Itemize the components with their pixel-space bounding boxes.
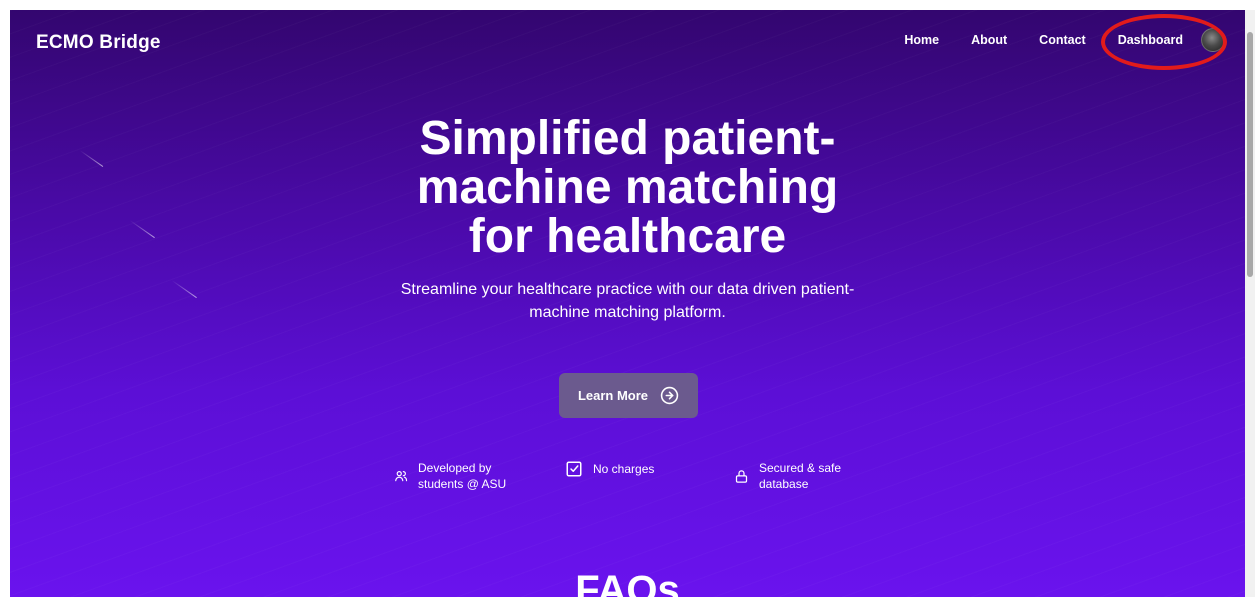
hero-subtitle: Streamline your healthcare practice with…: [10, 278, 1245, 324]
hero-title-line: Simplified patient-: [419, 112, 836, 165]
page-scrollbar[interactable]: [1245, 10, 1255, 597]
feature-line: students @ ASU: [418, 477, 507, 491]
feature-line: No charges: [593, 462, 655, 476]
learn-more-button[interactable]: Learn More: [559, 373, 698, 418]
learn-more-label: Learn More: [577, 388, 649, 403]
users-icon: [394, 469, 408, 483]
nav-contact-link[interactable]: Contact: [1039, 33, 1086, 47]
feature-line: database: [759, 477, 809, 491]
feature-line: Secured & safe: [759, 461, 842, 475]
arrow-right-circle-icon: [660, 386, 679, 405]
check-square-icon: [565, 460, 583, 478]
nav-home-link[interactable]: Home: [904, 33, 939, 47]
feature-secured: Secured & safe database: [734, 460, 841, 492]
hero-title-line: for healthcare: [468, 210, 787, 263]
hero-title: Simplified patient- machine matching for…: [10, 114, 1245, 261]
dashboard-highlight-annotation: [1101, 14, 1227, 70]
feature-text: Secured & safe database: [759, 460, 841, 492]
feature-no-charges: No charges: [565, 460, 654, 478]
hero-subtitle-line: machine matching platform.: [529, 304, 726, 321]
feature-text: Developed by students @ ASU: [418, 460, 506, 492]
feature-text: No charges: [593, 461, 654, 477]
lock-icon: [734, 468, 749, 485]
feature-developed-by: Developed by students @ ASU: [394, 460, 506, 492]
scrollbar-thumb[interactable]: [1247, 32, 1253, 277]
faq-heading: FAQs: [575, 568, 680, 597]
nav-about-link[interactable]: About: [971, 33, 1007, 47]
page-viewport: ECMO Bridge Home About Contact Dashboard…: [10, 10, 1245, 597]
hero-subtitle-line: Streamline your healthcare practice with…: [400, 281, 855, 298]
hero-title-line: machine matching: [416, 161, 839, 214]
navbar: ECMO Bridge Home About Contact Dashboard: [10, 10, 1245, 74]
feature-line: Developed by: [418, 461, 492, 475]
brand-logo[interactable]: ECMO Bridge: [36, 32, 161, 54]
